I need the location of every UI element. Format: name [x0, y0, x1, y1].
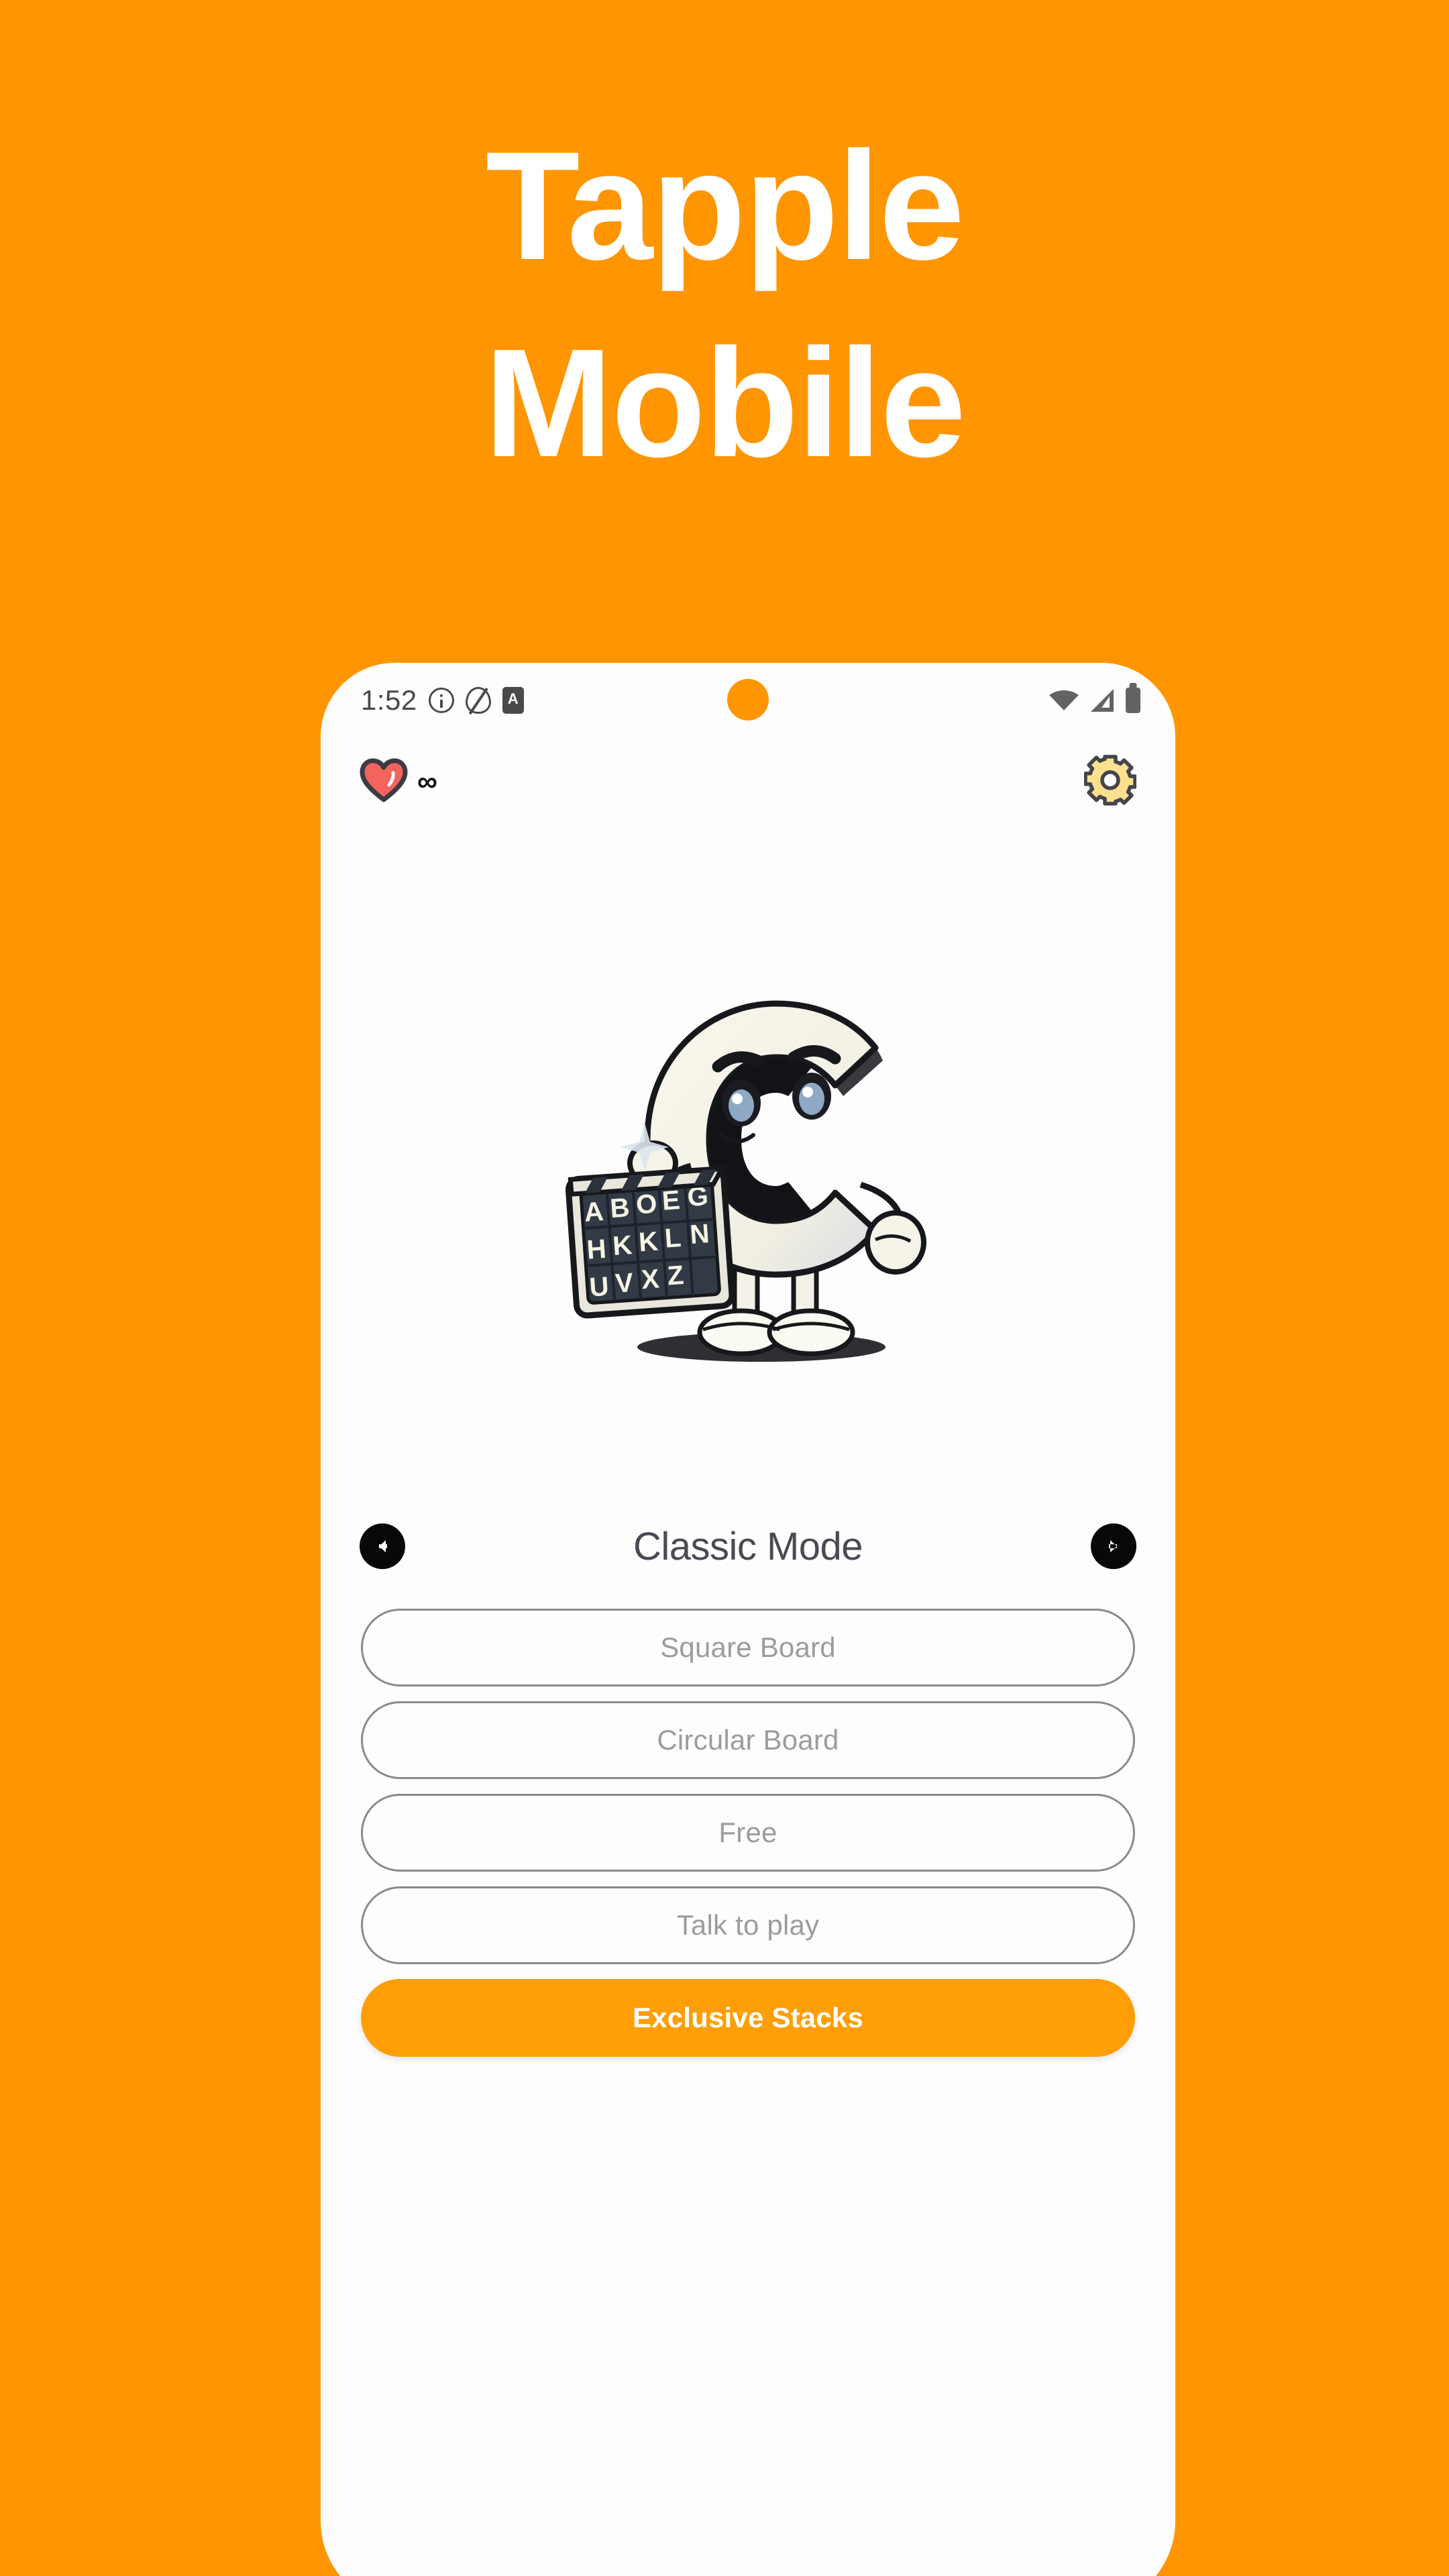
svg-text:N: N [689, 1219, 710, 1250]
battery-icon [1126, 688, 1140, 713]
gear-icon[interactable] [1083, 754, 1137, 810]
svg-text:L: L [663, 1222, 682, 1253]
info-icon [428, 688, 454, 713]
camera-punch-hole [727, 679, 769, 720]
tapple-letter-c-mascot: ABO EG HKK LN UVX Z [540, 971, 956, 1391]
heart-icon [360, 758, 408, 806]
page-title-line-1: Tapple [485, 119, 965, 292]
alphabet-badge-icon: A [502, 687, 524, 714]
svg-text:H: H [586, 1234, 607, 1265]
cellular-signal-icon [1089, 689, 1115, 712]
option-circular-board[interactable]: Circular Board [361, 1701, 1135, 1779]
wifi-icon [1049, 690, 1079, 711]
game-options-list: Square Board Circular Board Free Talk to… [321, 1590, 1175, 2057]
next-mode-button[interactable] [1091, 1523, 1136, 1569]
option-exclusive-stacks[interactable]: Exclusive Stacks [361, 1979, 1135, 2057]
lives-indicator: ∞ [360, 758, 437, 806]
svg-text:B: B [609, 1193, 631, 1224]
android-status-bar: 1:52 A [321, 663, 1175, 738]
svg-text:V: V [614, 1268, 635, 1299]
status-bar-clock: 1:52 [361, 684, 417, 716]
svg-text:K: K [638, 1226, 659, 1257]
mode-selector: Classic Mode [321, 1503, 1175, 1590]
svg-text:Z: Z [666, 1260, 684, 1291]
previous-mode-button[interactable] [360, 1523, 405, 1569]
mascot-illustration-area: ABO EG HKK LN UVX Z [321, 818, 1175, 1543]
option-free[interactable]: Free [361, 1794, 1135, 1872]
app-top-bar: ∞ [321, 738, 1175, 818]
status-bar-right-group [1049, 688, 1140, 713]
option-talk-to-play[interactable]: Talk to play [361, 1886, 1135, 1964]
svg-text:U: U [588, 1271, 610, 1302]
silent-mode-icon [465, 687, 491, 715]
arrow-right-icon [1102, 1535, 1125, 1558]
page-title-line-2: Mobile [484, 317, 966, 490]
phone-screenshot: 1:52 A ∞ A B O E G H K K L N U V X Z Cla… [321, 663, 1175, 2576]
lives-count: ∞ [417, 765, 437, 797]
status-bar-left-group: 1:52 A [361, 684, 524, 716]
svg-text:X: X [641, 1264, 661, 1295]
option-square-board[interactable]: Square Board [361, 1609, 1135, 1686]
current-mode-label: Classic Mode [633, 1524, 863, 1568]
svg-text:K: K [612, 1230, 633, 1261]
svg-text:A: A [583, 1196, 604, 1227]
arrow-left-icon [371, 1535, 394, 1558]
page-title: Tapple Mobile [0, 107, 1449, 502]
svg-text:O: O [635, 1189, 658, 1220]
